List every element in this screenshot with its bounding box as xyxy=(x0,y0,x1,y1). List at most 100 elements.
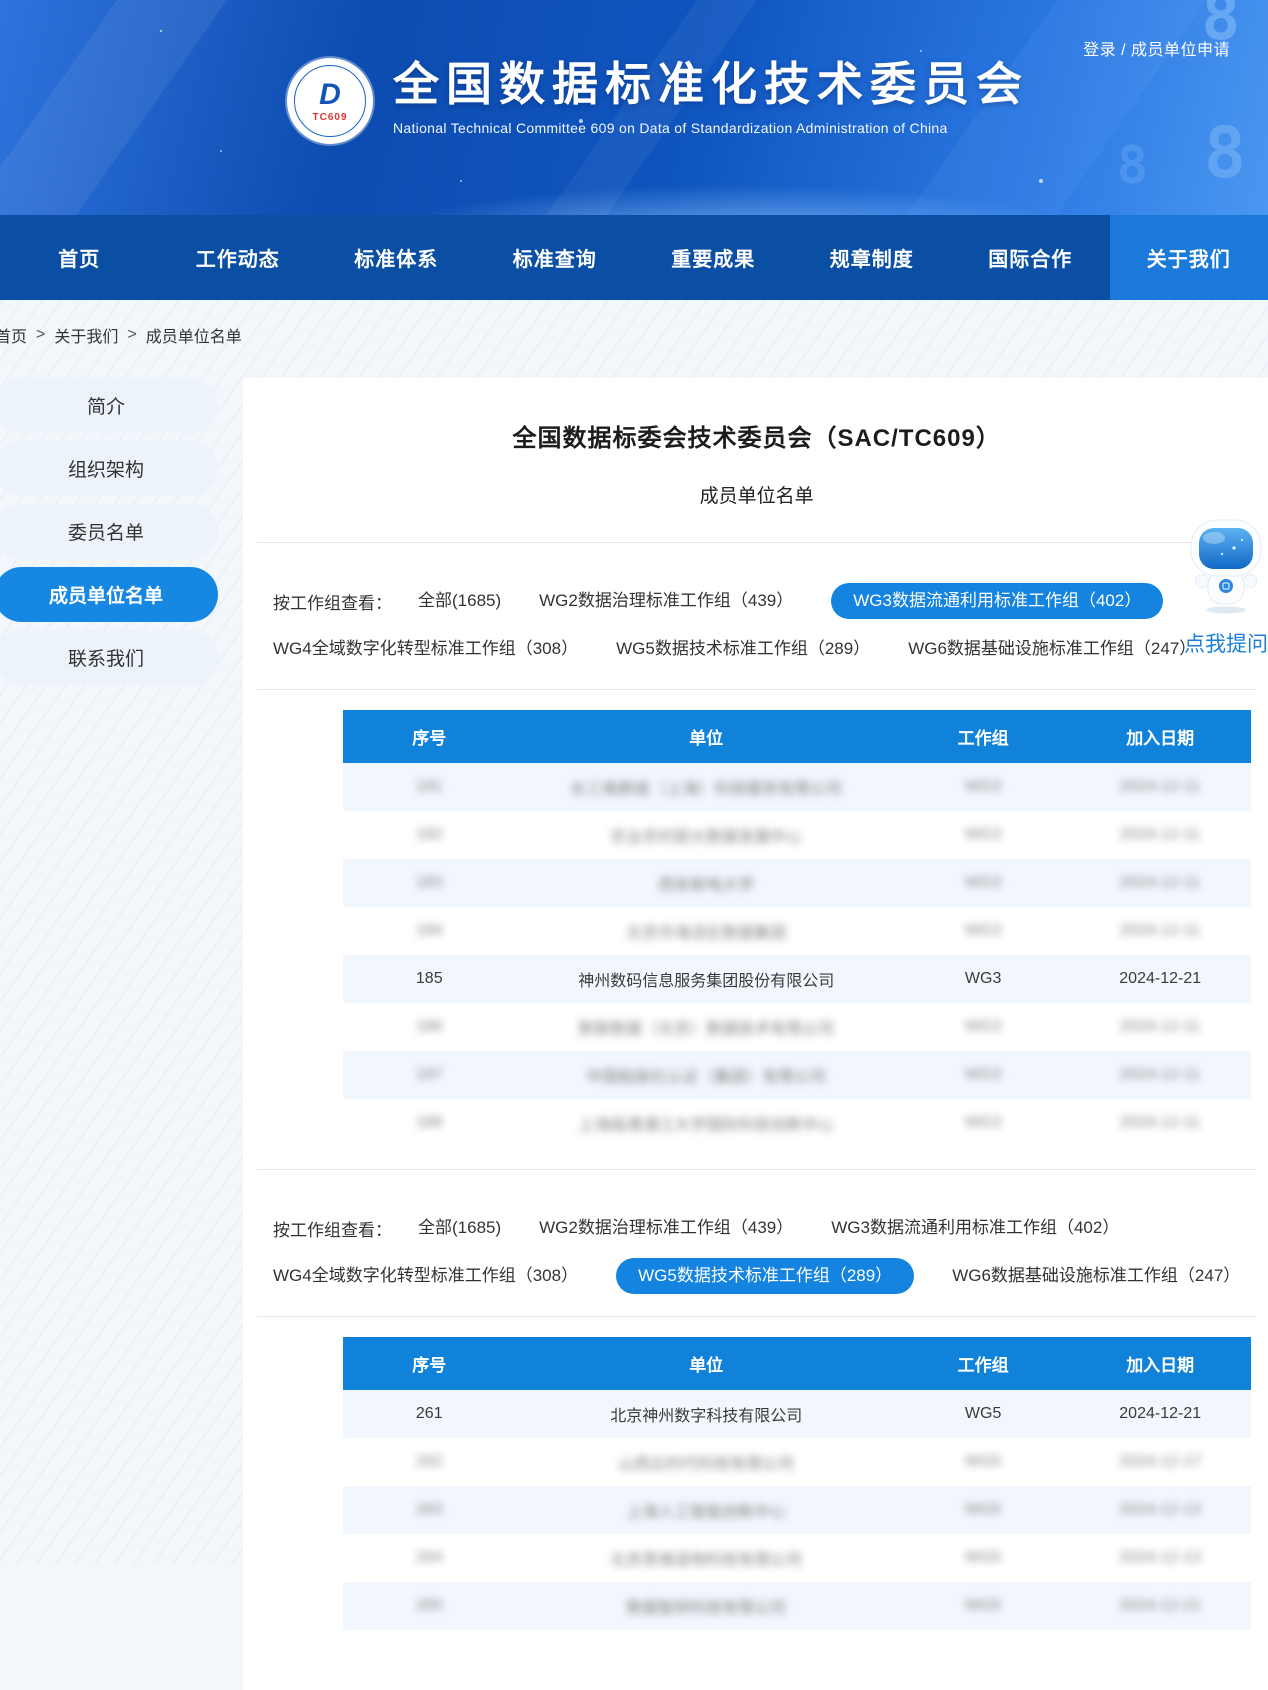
cell-unit: 上海人工智能创新中心 xyxy=(516,1486,897,1534)
cell-date: 2024-12-11 xyxy=(1069,1099,1251,1147)
cell-wg: WG5 xyxy=(897,1534,1070,1582)
filter-tab-all[interactable]: 全部(1685) xyxy=(418,1210,501,1246)
filter-tab-all[interactable]: 全部(1685) xyxy=(418,583,501,619)
filter-line: WG4全域数字化转型标准工作组（308） WG5数据技术标准工作组（289） WG6… xyxy=(273,1258,1240,1294)
breadcrumb-separator: > xyxy=(36,326,45,344)
nav-item-standard-query[interactable]: 标准查询 xyxy=(476,215,635,300)
login-apply-link[interactable]: 登录 / 成员单位申请 xyxy=(1083,36,1230,60)
sidebar-item-contact-us[interactable]: 联系我们 xyxy=(0,630,218,685)
filter-tab-wg5[interactable]: WG5数据技术标准工作组（289） xyxy=(616,631,870,667)
cell-seq: 261 xyxy=(343,1390,516,1438)
cell-date: 2024-12-13 xyxy=(1069,1534,1251,1582)
cell-wg: WG3 xyxy=(897,1003,1070,1051)
cell-unit: 数联数据（北京）数据技术有限公司 xyxy=(516,1003,897,1051)
cell-seq: 263 xyxy=(343,1486,516,1534)
cell-text-seq: 261 xyxy=(416,1405,443,1422)
cell-unit: 长三角数链（上海）科技服务有限公司 xyxy=(516,763,897,811)
filter-block-wg3: 按工作组查看：全部(1685)WG2数据治理标准工作组（439）WG3数据流通利… xyxy=(243,543,1268,679)
cell-text-seq: 181 xyxy=(416,778,443,795)
cell-text-date: 2024-12-11 xyxy=(1120,826,1201,843)
nav-item-about-us[interactable]: 关于我们 xyxy=(1110,215,1268,300)
column-header: 单位 xyxy=(516,1337,897,1390)
filter-tab-wg2[interactable]: WG2数据治理标准工作组（439） xyxy=(539,583,793,619)
breadcrumb-item[interactable]: 首页 xyxy=(0,323,27,347)
cell-seq: 186 xyxy=(343,1003,516,1051)
cell-wg: WG3 xyxy=(897,859,1070,907)
divider xyxy=(257,1316,1256,1317)
sidebar-item-member-unit-list[interactable]: 成员单位名单 xyxy=(0,567,218,622)
cell-unit: 农业农村部大数据发展中心 xyxy=(516,811,897,859)
cell-wg: WG3 xyxy=(897,1051,1070,1099)
cell-text-wg: WG3 xyxy=(965,1066,1001,1083)
column-header: 加入日期 xyxy=(1069,710,1251,763)
cell-date: 2024-12-11 xyxy=(1069,1003,1251,1051)
filter-tab-wg4[interactable]: WG4全域数字化转型标准工作组（308） xyxy=(273,631,578,667)
banner: 8 8 8 登录 / 成员单位申请 D TC609 全国数据标准化技术委员会 N… xyxy=(0,0,1268,215)
cell-wg: WG3 xyxy=(897,955,1070,1003)
cell-seq: 265 xyxy=(343,1582,516,1630)
table-row: 264北京思维造物科技有限公司WG52024-12-13 xyxy=(343,1534,1251,1582)
filter-line: 按工作组查看：全部(1685)WG2数据治理标准工作组（439）WG3数据流通利… xyxy=(273,543,1240,619)
cell-text-date: 2024-12-13 xyxy=(1119,1549,1201,1566)
cell-text-date: 2024-12-17 xyxy=(1119,1453,1201,1470)
cell-date: 2024-12-17 xyxy=(1069,1438,1251,1486)
sidebar-item-member-list[interactable]: 委员名单 xyxy=(0,504,218,559)
cell-seq: 187 xyxy=(343,1051,516,1099)
sidebar-item-intro[interactable]: 简介 xyxy=(0,378,218,433)
site-title: 全国数据标准化技术委员会 xyxy=(393,58,1029,111)
table-row: 182农业农村部大数据发展中心WG32024-12-11 xyxy=(343,811,1251,859)
cell-text-seq: 186 xyxy=(416,1018,443,1035)
cell-text-seq: 185 xyxy=(416,970,443,987)
filter-tab-wg6[interactable]: WG6数据基础设施标准工作组（247） xyxy=(952,1258,1240,1294)
cell-text-date: 2024-12-11 xyxy=(1120,1066,1201,1083)
cell-text-date: 2024-12-13 xyxy=(1119,1501,1201,1518)
cell-wg: WG5 xyxy=(897,1438,1070,1486)
robot-mascot-icon[interactable] xyxy=(1184,518,1268,614)
cell-text-unit: 西安邮电大学 xyxy=(658,877,754,894)
ask-me-link[interactable]: 点我提问 xyxy=(1181,628,1268,658)
nav-item-work-news[interactable]: 工作动态 xyxy=(159,215,318,300)
cell-date: 2024-12-21 xyxy=(1069,955,1251,1003)
cell-wg: WG5 xyxy=(897,1582,1070,1630)
cell-text-unit: 北京神州数字科技有限公司 xyxy=(610,1408,802,1425)
logo-code: TC609 xyxy=(312,112,347,123)
cell-wg: WG3 xyxy=(897,811,1070,859)
nav-item-international[interactable]: 国际合作 xyxy=(951,215,1110,300)
filter-tab-wg5[interactable]: WG5数据技术标准工作组（289） xyxy=(616,1258,914,1294)
page-title: 全国数据标委会技术委员会（SAC/TC609） xyxy=(243,418,1268,453)
cell-text-wg: WG3 xyxy=(965,826,1001,843)
nav-item-home[interactable]: 首页 xyxy=(0,215,159,300)
cell-text-unit: 神州数码信息服务集团股份有限公司 xyxy=(578,973,834,990)
cell-text-unit: 北京思维造物科技有限公司 xyxy=(610,1552,802,1569)
cell-text-unit: 上海临港浦江大学国际科技创新中心 xyxy=(578,1117,834,1134)
nav-item-standard-system[interactable]: 标准体系 xyxy=(317,215,476,300)
nav-item-key-achievements[interactable]: 重要成果 xyxy=(634,215,793,300)
main-nav: 首页工作动态标准体系标准查询重要成果规章制度国际合作关于我们 xyxy=(0,215,1268,300)
cell-text-seq: 262 xyxy=(416,1453,443,1470)
cell-seq: 184 xyxy=(343,907,516,955)
filter-tab-wg4[interactable]: WG4全域数字化转型标准工作组（308） xyxy=(273,1258,578,1294)
cell-text-unit: 上海人工智能创新中心 xyxy=(626,1504,786,1521)
table-row: 187中国船级社认证（集团）有限公司WG32024-12-11 xyxy=(343,1051,1251,1099)
table-header-row: 序号单位工作组加入日期 xyxy=(343,1337,1251,1390)
cell-text-unit: 农业农村部大数据发展中心 xyxy=(610,829,802,846)
breadcrumb: 首页>关于我们>成员单位名单 xyxy=(0,300,1268,370)
table-row: 185 神州数码信息服务集团股份有限公司 WG32024-12-21 xyxy=(343,955,1251,1003)
cell-unit: 神州数码信息服务集团股份有限公司 xyxy=(516,955,897,1003)
cell-date: 2024-12-11 xyxy=(1069,907,1251,955)
filter-tab-wg6[interactable]: WG6数据基础设施标准工作组（247） xyxy=(908,631,1196,667)
cell-text-unit: 数联数据（北京）数据技术有限公司 xyxy=(578,1021,834,1038)
filter-tab-wg2[interactable]: WG2数据治理标准工作组（439） xyxy=(539,1210,793,1246)
filter-tab-wg3[interactable]: WG3数据流通利用标准工作组（402） xyxy=(831,1210,1119,1246)
filter-tab-wg3[interactable]: WG3数据流通利用标准工作组（402） xyxy=(831,583,1163,619)
cell-seq: 181 xyxy=(343,763,516,811)
table-row: 263 上海人工智能创新中心 WG5 2024-12-13 xyxy=(343,1486,1251,1534)
sidebar-item-organization[interactable]: 组织架构 xyxy=(0,441,218,496)
table-row: 188上海临港浦江大学国际科技创新中心WG32024-12-11 xyxy=(343,1099,1251,1147)
site-subtitle: National Technical Committee 609 on Data… xyxy=(393,120,1029,136)
cell-text-wg: WG5 xyxy=(965,1501,1001,1518)
cell-text-date: 2024-12-11 xyxy=(1120,922,1201,939)
nav-item-regulations[interactable]: 规章制度 xyxy=(793,215,952,300)
breadcrumb-item[interactable]: 关于我们 xyxy=(54,323,118,347)
table-row: 186 数联数据（北京）数据技术有限公司 WG32024-12-11 xyxy=(343,1003,1251,1051)
